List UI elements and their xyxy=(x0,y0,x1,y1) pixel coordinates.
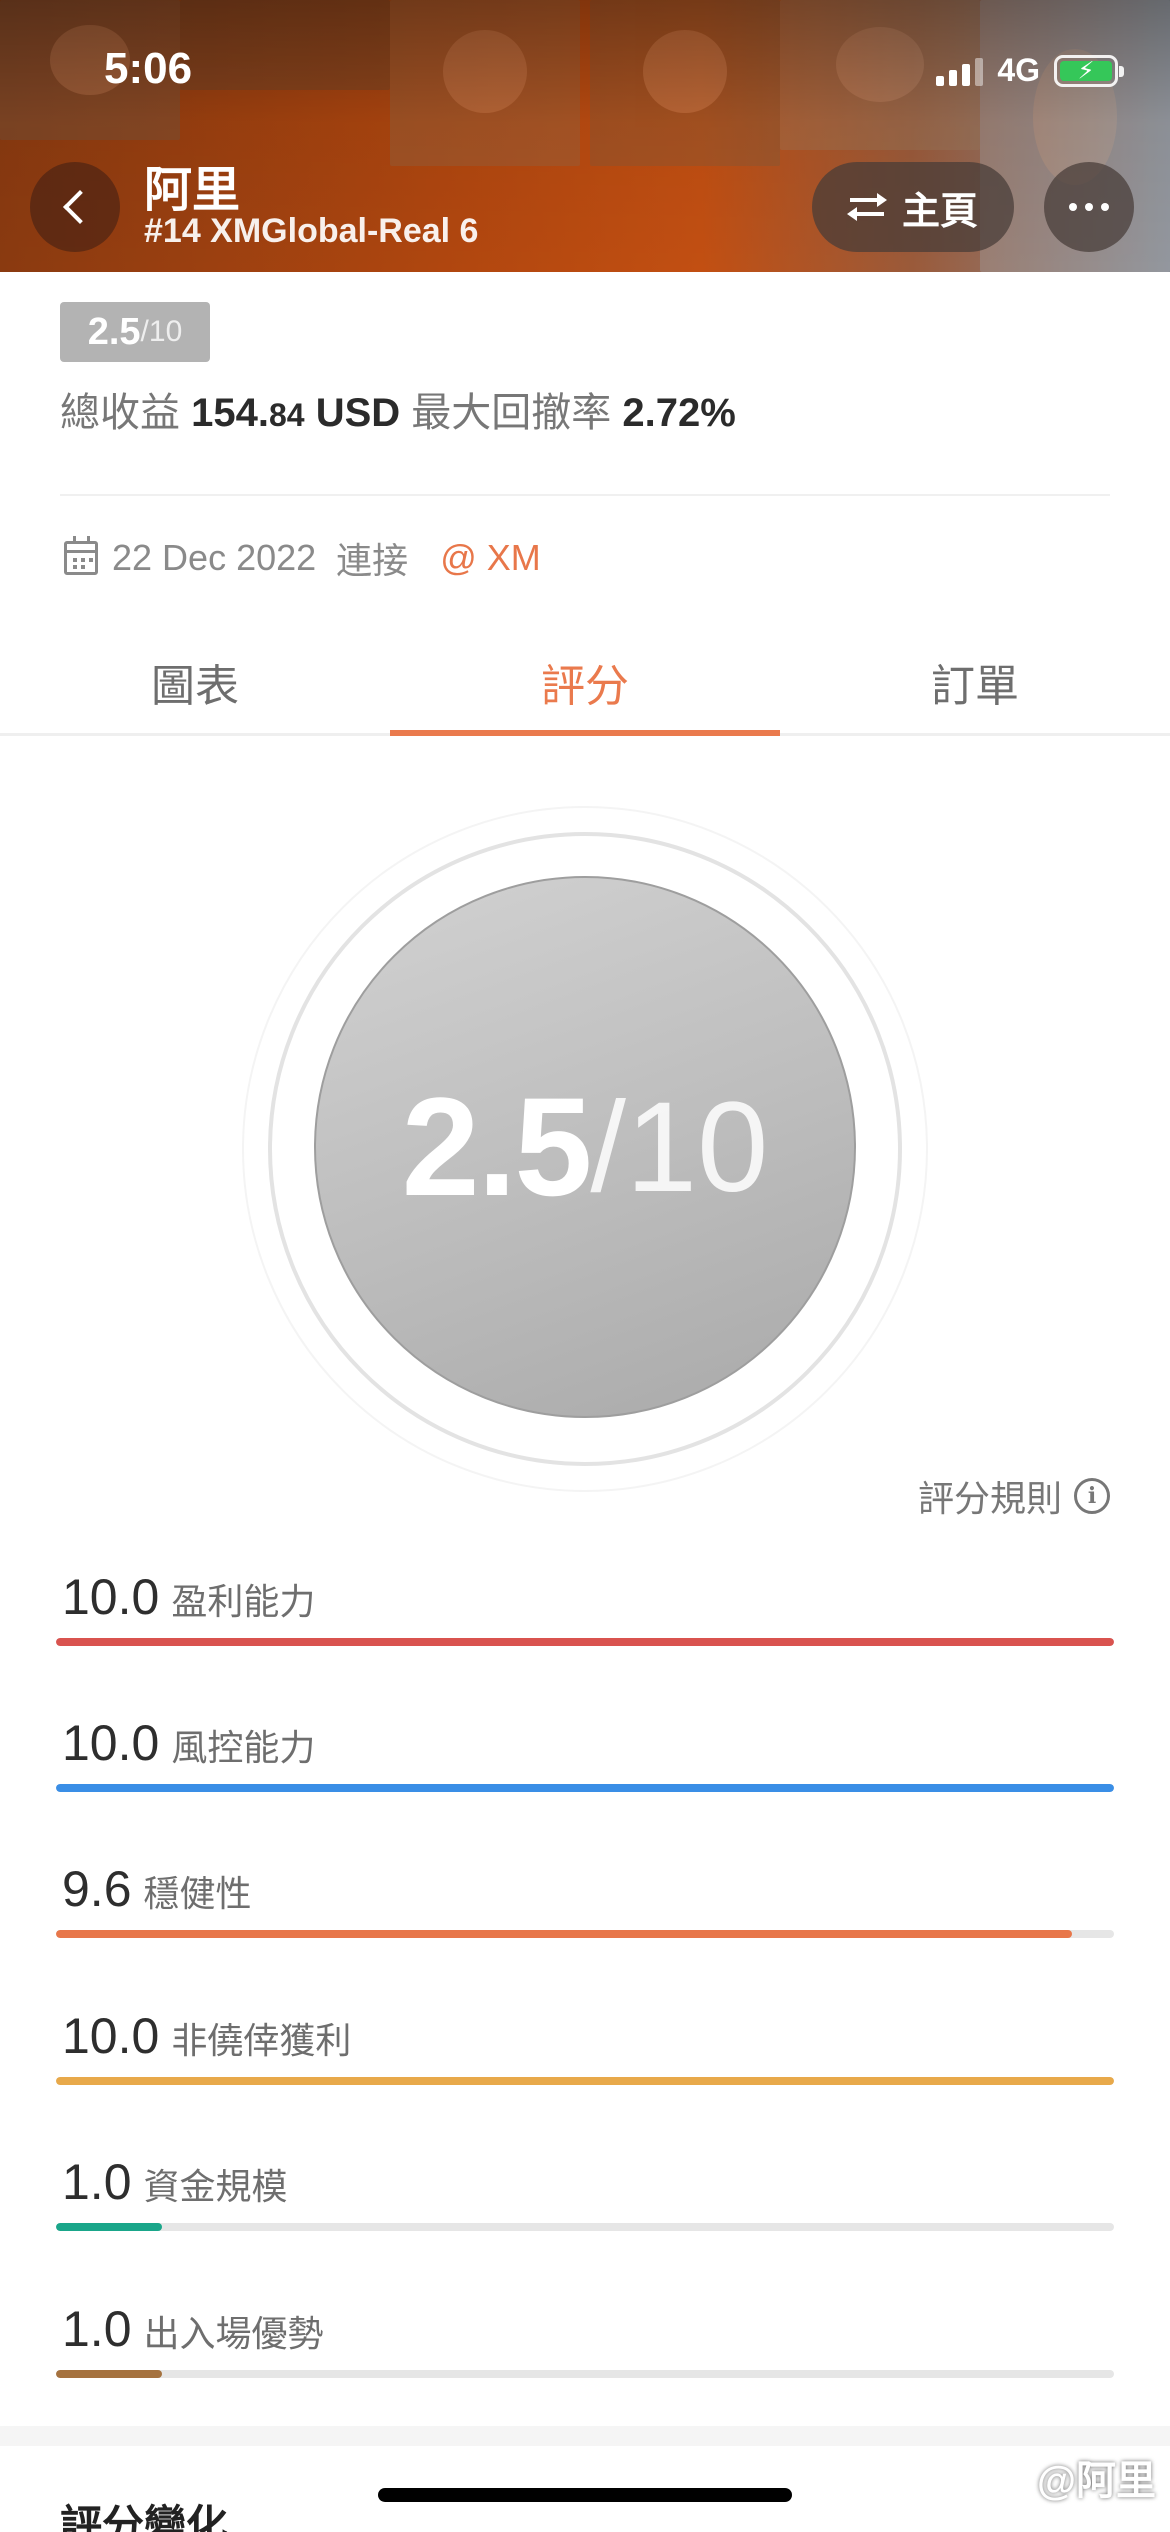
total-profit-label: 總收益 xyxy=(60,391,180,435)
tab-chart[interactable]: 圖表 xyxy=(0,630,390,733)
tab-bar: 圖表 評分 訂單 xyxy=(0,630,1170,736)
section-separator xyxy=(0,2426,1170,2446)
metric-bar xyxy=(56,2077,1114,2085)
home-button[interactable]: 主頁 xyxy=(812,162,1014,252)
metric-profitability: 10.0 盈利能力 xyxy=(56,1568,1114,1678)
network-type: 4G xyxy=(997,52,1040,88)
dial-max: /10 xyxy=(590,1075,769,1219)
metric-track xyxy=(56,2077,1114,2085)
trader-name: 阿里 xyxy=(144,164,241,217)
score-badge: 2.5/10 xyxy=(60,302,210,362)
tab-score[interactable]: 評分 xyxy=(390,630,780,736)
back-chevron-icon xyxy=(63,190,97,224)
more-button[interactable] xyxy=(1044,162,1134,252)
metric-bar xyxy=(56,1784,1114,1792)
profit-summary: 總收益 154.84 USD 最大回撤率 2.72% xyxy=(60,380,736,438)
metric-value: 10.0 xyxy=(62,1715,160,1771)
metric-bar xyxy=(56,1638,1114,1646)
trader-account: #14 XMGlobal-Real 6 xyxy=(144,212,479,250)
metric-bar xyxy=(56,2370,162,2378)
metric-track xyxy=(56,2370,1114,2378)
more-icon xyxy=(1069,203,1077,211)
dial-score: 2.5 xyxy=(401,1068,593,1225)
metric-label: 盈利能力 xyxy=(171,1581,316,1622)
metric-label: 出入場優勢 xyxy=(143,2313,324,2354)
max-drawdown-label: 最大回撤率 xyxy=(411,391,612,435)
metric-label: 風控能力 xyxy=(171,1727,316,1768)
metric-value: 1.0 xyxy=(62,2301,132,2357)
score-history-title: 評分變化 xyxy=(60,2502,229,2532)
tab-orders[interactable]: 訂單 xyxy=(780,630,1170,733)
score-rules-link[interactable]: 評分規則 i xyxy=(918,1470,1110,1522)
back-button[interactable] xyxy=(30,162,120,252)
metric-bar xyxy=(56,1930,1072,1938)
metric-label: 非僥倖獲利 xyxy=(171,2020,352,2061)
metric-track xyxy=(56,1930,1114,1938)
divider xyxy=(60,494,1110,496)
metric-value: 10.0 xyxy=(62,1569,160,1625)
home-indicator[interactable] xyxy=(378,2488,792,2502)
metric-value: 1.0 xyxy=(62,2154,132,2210)
metric-fund-size: 1.0 資金規模 xyxy=(56,2153,1114,2263)
info-icon: i xyxy=(1074,1478,1110,1514)
status-time: 5:06 xyxy=(104,44,193,93)
broker-link[interactable]: @ XM xyxy=(440,537,541,579)
connected-date: 22 Dec 2022 xyxy=(112,537,317,578)
metric-stability: 9.6 穩健性 xyxy=(56,1860,1114,1970)
metric-value: 9.6 xyxy=(62,1861,132,1917)
connected-label: 連接 xyxy=(336,540,409,581)
swap-icon xyxy=(846,190,888,224)
score-rules-label: 評分規則 xyxy=(917,1478,1062,1519)
calendar-icon xyxy=(64,536,98,575)
max-drawdown-value: 2.72% xyxy=(622,391,736,435)
watermark: @阿里 xyxy=(1036,2459,1156,2503)
total-profit-value: 154.84 USD xyxy=(191,391,401,435)
status-icons: 4G ⚡ xyxy=(936,52,1124,89)
metric-track xyxy=(56,1784,1114,1792)
metric-bar xyxy=(56,2223,162,2231)
metric-track xyxy=(56,2223,1114,2231)
metric-non-luck: 10.0 非僥倖獲利 xyxy=(56,2007,1114,2117)
home-button-label: 主頁 xyxy=(901,190,978,233)
connection-info: 22 Dec 2022 連接 @ XM xyxy=(64,532,541,584)
metric-value: 10.0 xyxy=(62,2008,160,2064)
metric-label: 資金規模 xyxy=(143,2166,288,2207)
battery-icon: ⚡ xyxy=(1054,54,1124,87)
profile-header: 5:06 4G ⚡ 阿里 #14 XMGlobal-Real 6 主頁 xyxy=(0,0,1170,272)
metric-track xyxy=(56,1638,1114,1646)
signal-icon xyxy=(936,56,984,86)
metric-risk-control: 10.0 風控能力 xyxy=(56,1714,1114,1824)
metric-entry-exit: 1.0 出入場優勢 xyxy=(56,2300,1114,2410)
metric-label: 穩健性 xyxy=(143,1873,252,1914)
score-dial: 2.5/10 xyxy=(314,876,856,1418)
